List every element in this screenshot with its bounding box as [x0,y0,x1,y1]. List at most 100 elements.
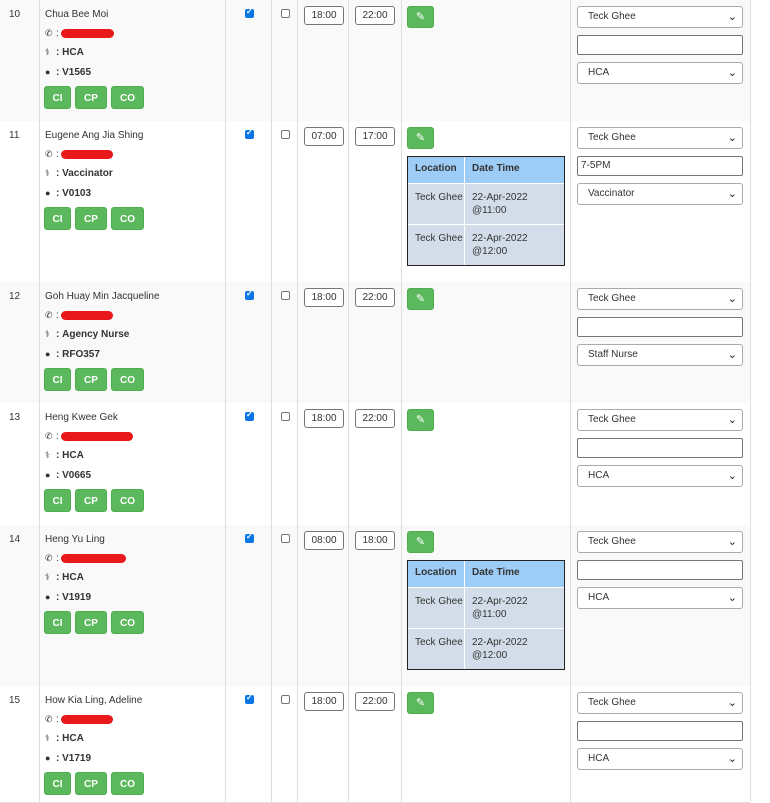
end-time-input[interactable]: 18:00 [355,531,395,550]
location-select[interactable]: Teck Ghee ⌄ [577,127,743,149]
column-divider [225,121,226,282]
position-select[interactable]: HCA ⌄ [577,465,743,487]
remark-input[interactable] [577,721,743,741]
check-in-button[interactable]: CI [44,489,71,512]
column-divider [271,121,272,282]
location-select[interactable]: Teck Ghee ⌄ [577,288,743,310]
check-in-button[interactable]: CI [44,772,71,795]
table-row: 12 Goh Huay Min Jacqueline ✆: ⚕: Agency Nur… [0,282,751,404]
end-time-input[interactable]: 22:00 [355,409,395,428]
location-select[interactable]: Teck Ghee ⌄ [577,409,743,431]
check-out-button[interactable]: CO [111,772,144,795]
end-time-input[interactable]: 22:00 [355,692,395,711]
edit-button[interactable]: ✎ [407,288,434,310]
remark-input[interactable] [577,438,743,458]
table-row: 11 Eugene Ang Jia Shing ✆: ⚕: Vaccinator ●: … [0,121,751,283]
user-md-icon: ⚕ [45,733,50,743]
edit-button[interactable]: ✎ [407,127,434,149]
edit-icon: ✎ [415,414,426,426]
remark-input[interactable] [577,317,743,337]
check-out-button[interactable]: CO [111,86,144,109]
location-select-value: Teck Ghee [588,697,636,708]
secondary-checkbox[interactable] [281,534,290,543]
check-point-button[interactable]: CP [75,368,107,391]
history-table: Location Date Time Teck Ghee 22-Apr-2022 @1… [407,560,565,670]
phone-line: ✆: [45,430,133,442]
edit-button[interactable]: ✎ [407,6,434,28]
attendance-checkbox[interactable] [245,532,254,543]
start-time-input[interactable]: 18:00 [304,6,344,25]
position-select[interactable]: Vaccinator ⌄ [577,183,743,205]
check-point-button[interactable]: CP [75,772,107,795]
location-select[interactable]: Teck Ghee ⌄ [577,531,743,553]
code-line: ●: RFO357 [45,348,100,360]
start-time-input[interactable]: 07:00 [304,127,344,146]
edit-button[interactable]: ✎ [407,409,434,431]
roster-table: 10Chua Bee Moi✆:⚕: HCA●: V1565CICPCO18:0… [0,0,761,803]
check-point-button[interactable]: CP [75,207,107,230]
attendance-checkbox[interactable] [245,693,254,704]
secondary-checkbox[interactable] [281,412,290,421]
history-header-datetime: Date Time [472,567,520,578]
attendance-checkbox[interactable] [245,410,254,421]
user-icon: ● [45,67,51,77]
column-divider [401,403,402,525]
check-in-button[interactable]: CI [44,86,71,109]
check-point-button[interactable]: CP [75,489,107,512]
history-row: Teck Ghee 22-Apr-2022 @11:00 [408,587,564,628]
start-time-input[interactable]: 18:00 [304,692,344,711]
location-select[interactable]: Teck Ghee ⌄ [577,692,743,714]
location-select-value: Teck Ghee [588,536,636,547]
column-divider [750,525,751,686]
phone-separator: : [56,310,59,321]
secondary-checkbox[interactable] [281,130,290,139]
secondary-checkbox[interactable] [281,291,290,300]
location-select[interactable]: Teck Ghee ⌄ [577,6,743,28]
role-value: HCA [62,572,84,583]
edit-button[interactable]: ✎ [407,692,434,714]
column-divider [570,525,571,686]
staff-name: Eugene Ang Jia Shing [45,130,144,141]
check-out-button[interactable]: CO [111,489,144,512]
start-time-input[interactable]: 18:00 [304,288,344,307]
edit-button[interactable]: ✎ [407,531,434,553]
staff-name: Goh Huay Min Jacqueline [45,291,160,302]
history-header: Location Date Time [408,157,564,183]
check-point-button[interactable]: CP [75,611,107,634]
column-divider [570,0,571,121]
check-in-button[interactable]: CI [44,368,71,391]
start-time-input[interactable]: 08:00 [304,531,344,550]
start-time-input[interactable]: 18:00 [304,409,344,428]
position-select[interactable]: HCA ⌄ [577,748,743,770]
position-select[interactable]: Staff Nurse ⌄ [577,344,743,366]
role-separator: : [56,572,60,583]
attendance-checkbox[interactable] [245,289,254,300]
end-time-input[interactable]: 22:00 [355,288,395,307]
phone-line: ✆: [45,309,113,321]
end-time-input[interactable]: 22:00 [355,6,395,25]
column-divider [297,403,298,525]
action-buttons: CI CP CO [44,772,145,795]
check-out-button[interactable]: CO [111,368,144,391]
column-divider [271,403,272,525]
user-md-icon: ⚕ [45,329,50,339]
chevron-down-icon: ⌄ [727,293,737,305]
attendance-checkbox[interactable] [245,128,254,139]
secondary-checkbox[interactable] [281,695,290,704]
position-select-value: HCA [588,753,610,764]
remark-input[interactable] [577,560,743,580]
position-select[interactable]: HCA ⌄ [577,62,743,84]
check-in-button[interactable]: CI [44,611,71,634]
remark-input[interactable]: 7-5PM [577,156,743,176]
secondary-checkbox[interactable] [281,9,290,18]
staff-code: V1919 [62,592,92,603]
check-out-button[interactable]: CO [111,207,144,230]
role-line: ⚕: HCA [45,732,84,744]
attendance-checkbox[interactable] [245,7,254,18]
remark-input[interactable] [577,35,743,55]
check-out-button[interactable]: CO [111,611,144,634]
check-point-button[interactable]: CP [75,86,107,109]
end-time-input[interactable]: 17:00 [355,127,395,146]
position-select[interactable]: HCA ⌄ [577,587,743,609]
check-in-button[interactable]: CI [44,207,71,230]
